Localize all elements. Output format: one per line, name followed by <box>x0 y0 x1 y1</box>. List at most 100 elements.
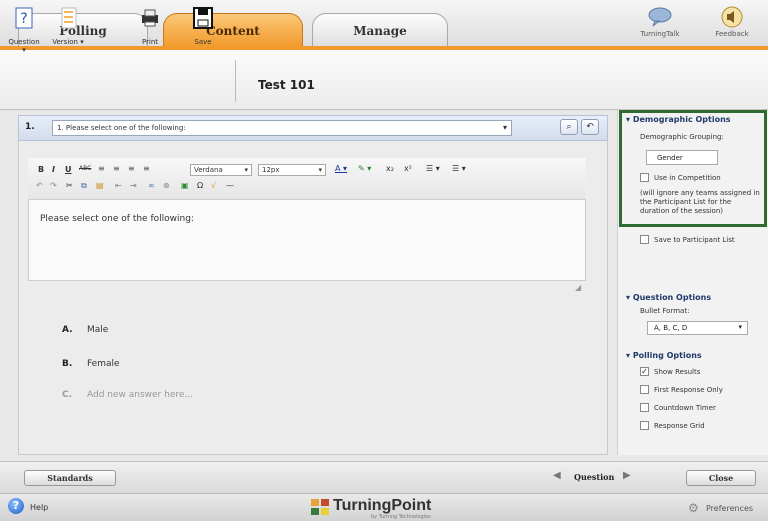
undo-icon[interactable]: ↶ <box>36 181 43 190</box>
print-label: Print <box>141 38 159 46</box>
copy-icon[interactable]: ⧉ <box>81 181 87 191</box>
feedback-button[interactable]: Feedback <box>710 4 754 44</box>
align-right-icon[interactable]: ≡ <box>128 164 135 173</box>
highlight-icon[interactable]: ✎ ▾ <box>358 164 371 173</box>
polling-options-title: Polling Options <box>632 351 702 360</box>
subscript-icon[interactable]: x₂ <box>386 164 394 173</box>
question-nav-label: Question <box>574 472 615 482</box>
question-menu-button[interactable]: ? Question ▾ <box>6 6 42 54</box>
question-select-value: 1. Please select one of the following: <box>57 124 186 132</box>
question-number: 1. <box>25 122 35 132</box>
question-select[interactable]: 1. Please select one of the following: ▾ <box>52 120 512 136</box>
demographic-options-title: Demographic Options <box>632 115 731 124</box>
numbered-list-icon[interactable]: ☰ ▾ <box>452 164 466 173</box>
magnifier-icon: ⌕ <box>566 122 572 132</box>
chevron-down-icon: ▾ <box>502 123 507 132</box>
font-family-value: Verdana <box>194 166 223 174</box>
standards-label: Standards <box>47 473 93 483</box>
strikethrough-icon[interactable]: ABC <box>79 165 91 172</box>
paste-icon[interactable]: ▤ <box>96 181 104 190</box>
gear-icon[interactable]: ⚙ <box>688 501 699 515</box>
bullet-list-icon[interactable]: ☰ ▾ <box>426 164 440 173</box>
bullet-format-label: Bullet Format: <box>640 307 690 315</box>
save-to-participant-label: Save to Participant List <box>654 236 735 244</box>
polling-options-header[interactable]: ▾ Polling Options <box>626 351 702 360</box>
turningpoint-logo: TurningPoint <box>333 497 432 514</box>
bullet-format-value: A, B, C, D <box>654 324 688 332</box>
question-icon: ? <box>15 7 33 29</box>
response-grid-label: Response Grid <box>654 422 705 430</box>
demographic-grouping-field[interactable]: Gender <box>646 150 718 165</box>
align-center-icon[interactable]: ≡ <box>113 164 120 173</box>
tab-manage-label: Manage <box>353 23 407 38</box>
font-size-select[interactable]: 12px ▾ <box>258 164 326 176</box>
session-title: Test 101 <box>258 78 315 92</box>
print-icon <box>142 9 158 27</box>
answer-a-text[interactable]: Male <box>87 325 108 335</box>
turningpoint-logo-icon <box>311 499 329 515</box>
previous-question-icon[interactable]: ◀ <box>553 470 561 481</box>
zoom-button[interactable]: ⌕ <box>560 119 578 135</box>
speaker-icon <box>721 6 743 28</box>
feedback-label: Feedback <box>715 30 749 38</box>
use-in-competition-checkbox[interactable] <box>640 173 649 182</box>
print-button[interactable]: Print <box>138 6 162 46</box>
add-answer-placeholder[interactable]: Add new answer here... <box>87 390 193 400</box>
countdown-timer-checkbox[interactable] <box>640 403 649 412</box>
save-label: Save <box>194 38 212 46</box>
cut-icon[interactable]: ✂ <box>66 181 73 190</box>
standards-button[interactable]: Standards <box>24 470 116 486</box>
horizontal-rule-icon[interactable]: — <box>226 181 234 190</box>
help-icon[interactable]: ? <box>8 498 24 514</box>
link-icon[interactable]: ∞ <box>148 181 155 190</box>
answer-b-text[interactable]: Female <box>87 359 120 369</box>
bold-icon[interactable]: B <box>38 165 44 174</box>
special-character-icon[interactable]: Ω <box>197 181 203 190</box>
help-label[interactable]: Help <box>30 503 48 512</box>
underline-icon[interactable]: U <box>65 165 72 174</box>
tab-content[interactable]: Content <box>163 13 303 47</box>
next-question-icon[interactable]: ▶ <box>623 470 631 481</box>
question-menu-label: Question <box>8 38 40 46</box>
chevron-down-icon: ▾ <box>244 166 248 174</box>
answer-c-letter: C. <box>62 390 73 400</box>
save-button[interactable]: Save <box>191 6 215 46</box>
question-text[interactable]: Please select one of the following: <box>40 214 194 224</box>
font-family-select[interactable]: Verdana ▾ <box>190 164 252 176</box>
demographic-grouping-label: Demographic Grouping: <box>640 133 724 141</box>
image-icon[interactable]: ▣ <box>181 181 189 190</box>
justify-icon[interactable]: ≡ <box>143 164 150 173</box>
show-results-label: Show Results <box>654 368 701 376</box>
unlink-icon[interactable]: ⊗ <box>163 181 170 190</box>
demographic-options-header[interactable]: ▾ Demographic Options <box>626 115 731 124</box>
save-to-participant-checkbox[interactable] <box>640 235 649 244</box>
outdent-icon[interactable]: ⇤ <box>115 181 122 190</box>
text-color-icon[interactable]: A ▾ <box>335 164 347 173</box>
undo-icon: ↶ <box>586 122 594 132</box>
equation-icon[interactable]: √ <box>211 181 216 190</box>
version-icon <box>61 7 77 29</box>
reset-button[interactable]: ↶ <box>581 119 599 135</box>
redo-icon[interactable]: ↷ <box>50 181 57 190</box>
response-grid-checkbox[interactable] <box>640 421 649 430</box>
first-response-only-checkbox[interactable] <box>640 385 649 394</box>
question-options-header[interactable]: ▾ Question Options <box>626 293 711 302</box>
bullet-format-select[interactable]: A, B, C, D ▾ <box>647 321 748 335</box>
align-left-icon[interactable]: ≡ <box>98 164 105 173</box>
chevron-down-icon: ▾ <box>318 166 322 174</box>
preferences-label[interactable]: Preferences <box>706 504 753 513</box>
turningtalk-button[interactable]: TurningTalk <box>638 4 682 44</box>
superscript-icon[interactable]: x² <box>404 164 412 173</box>
indent-icon[interactable]: ⇥ <box>130 181 137 190</box>
close-button[interactable]: Close <box>686 470 756 486</box>
tab-manage[interactable]: Manage <box>312 13 448 47</box>
font-size-value: 12px <box>262 166 280 174</box>
italic-icon[interactable]: I <box>52 165 55 174</box>
turningtalk-label: TurningTalk <box>640 30 680 38</box>
question-options-title: Question Options <box>632 293 712 302</box>
turningpoint-logo-subtitle: by Turning Technologies <box>371 514 431 520</box>
resize-handle-icon[interactable]: ◢ <box>575 283 581 292</box>
toolbar <box>0 50 768 110</box>
version-menu-button[interactable]: Version ▾ <box>50 6 86 46</box>
show-results-checkbox[interactable]: ✓ <box>640 367 649 376</box>
